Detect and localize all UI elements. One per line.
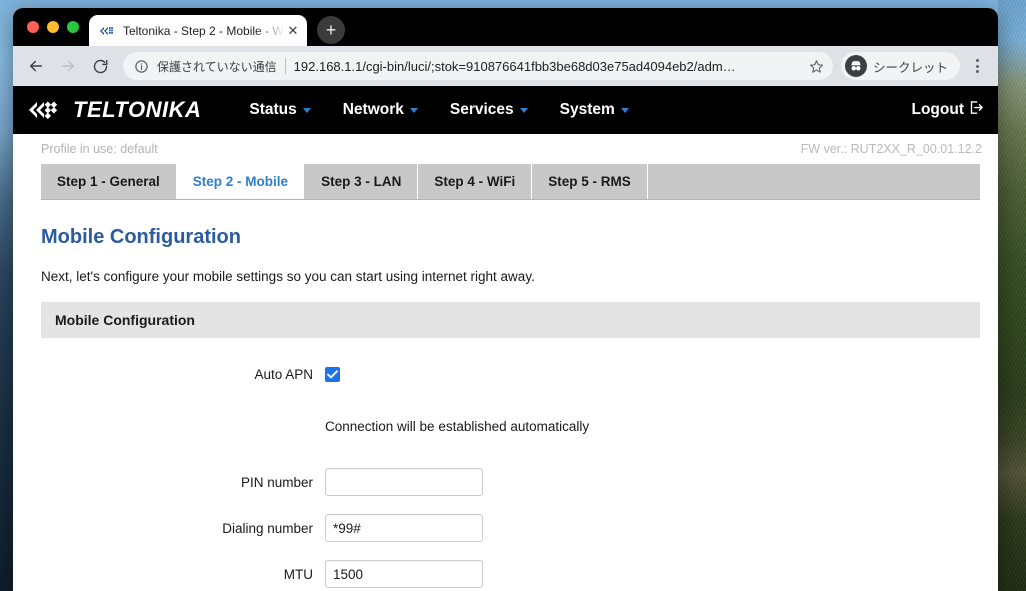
mtu-input[interactable]	[325, 560, 483, 588]
incognito-label: シークレット	[872, 60, 948, 75]
form-row-auto-apn: Auto APN	[41, 358, 980, 390]
incognito-icon	[844, 55, 867, 77]
security-status-label: 保護されていない通信	[157, 59, 277, 74]
tab-step-4-wifi[interactable]: Step 4 - WiFi	[418, 164, 533, 199]
nav-item-network[interactable]: Network	[343, 101, 418, 119]
close-window-button[interactable]	[27, 21, 39, 33]
tab-step-3-lan[interactable]: Step 3 - LAN	[305, 164, 419, 199]
info-circle-icon[interactable]	[133, 58, 149, 74]
teltonika-chevron-icon	[29, 99, 71, 121]
form-row-auto-apn-helper: Connection will be established automatic…	[41, 410, 980, 442]
logout-label: Logout	[911, 101, 964, 118]
forward-arrow-icon	[53, 51, 83, 81]
browser-tab-strip: Teltonika - Step 2 - Mobile - W ✕ +	[13, 8, 998, 46]
back-arrow-icon[interactable]	[21, 51, 51, 81]
logout-icon	[969, 100, 984, 120]
reload-icon[interactable]	[85, 51, 115, 81]
nav-item-status[interactable]: Status	[249, 101, 311, 119]
new-tab-button[interactable]: +	[317, 16, 345, 44]
auto-apn-checkbox[interactable]	[325, 366, 340, 382]
chevron-down-icon	[409, 107, 418, 113]
browser-window: Teltonika - Step 2 - Mobile - W ✕ + 保護され…	[13, 8, 998, 591]
nav-item-services[interactable]: Services	[450, 101, 528, 119]
site-nav-links: Status Network Services System	[249, 101, 629, 119]
incognito-indicator[interactable]: シークレット	[840, 52, 960, 80]
page-subtitle: Next, let's configure your mobile settin…	[41, 269, 535, 284]
dialing-number-input[interactable]	[325, 514, 483, 542]
logout-button[interactable]: Logout	[911, 100, 984, 120]
close-icon[interactable]: ✕	[285, 23, 301, 39]
teltonika-chevron-icon	[99, 23, 115, 39]
minimize-window-button[interactable]	[47, 21, 59, 33]
page-viewport: TELTONIKA Status Network Services System	[13, 86, 998, 591]
chevron-down-icon	[519, 107, 528, 113]
auto-apn-helper-text: Connection will be established automatic…	[325, 418, 590, 434]
chevron-down-icon	[620, 107, 629, 113]
star-icon[interactable]	[807, 56, 827, 76]
mtu-label: MTU	[283, 566, 313, 582]
firmware-version-label: FW ver.: RUT2XX_R_00.01.12.2	[800, 142, 982, 156]
kebab-menu-icon[interactable]	[964, 51, 990, 81]
pin-number-label: PIN number	[240, 474, 313, 490]
site-logo-text: TELTONIKA	[73, 97, 202, 122]
pin-number-input[interactable]	[325, 468, 483, 496]
wizard-step-tabs: Step 1 - General Step 2 - Mobile Step 3 …	[41, 164, 980, 200]
browser-tab[interactable]: Teltonika - Step 2 - Mobile - W ✕	[89, 15, 307, 46]
tab-step-5-rms[interactable]: Step 5 - RMS	[532, 164, 648, 199]
nav-item-services-label: Services	[449, 101, 514, 118]
tab-step-1-general[interactable]: Step 1 - General	[41, 164, 177, 199]
auto-apn-label: Auto APN	[254, 366, 313, 382]
tab-strip-filler	[647, 164, 980, 199]
mobile-configuration-form: Auto APN Connection will be established …	[41, 338, 980, 591]
maximize-window-button[interactable]	[67, 21, 79, 33]
window-controls	[13, 8, 89, 46]
page-content: Mobile Configuration Next, let's configu…	[13, 226, 998, 591]
profile-in-use-label: Profile in use: default	[41, 142, 158, 156]
page-title: Mobile Configuration	[41, 226, 241, 248]
form-row-mtu: MTU	[41, 558, 980, 590]
dialing-number-label: Dialing number	[222, 520, 313, 536]
tab-step-2-mobile[interactable]: Step 2 - Mobile	[176, 164, 306, 199]
browser-toolbar: 保護されていない通信 192.168.1.1/cgi-bin/luci/;sto…	[13, 46, 998, 86]
browser-tab-title: Teltonika - Step 2 - Mobile - W	[123, 23, 284, 38]
site-navbar: TELTONIKA Status Network Services System	[13, 86, 998, 134]
form-row-pin-number: PIN number	[41, 466, 980, 498]
teltonika-logo[interactable]: TELTONIKA	[29, 97, 201, 123]
address-bar[interactable]: 保護されていない通信 192.168.1.1/cgi-bin/luci/;sto…	[123, 52, 833, 80]
section-header: Mobile Configuration	[41, 302, 980, 338]
profile-bar: Profile in use: default FW ver.: RUT2XX_…	[13, 134, 998, 164]
form-row-dialing-number: Dialing number	[41, 512, 980, 544]
omnibox-divider	[284, 58, 286, 74]
wallpaper-right-strip	[998, 0, 1026, 591]
nav-item-system[interactable]: System	[560, 101, 629, 119]
nav-item-status-label: Status	[249, 101, 297, 118]
url-text: 192.168.1.1/cgi-bin/luci/;stok=910876641…	[293, 58, 736, 74]
chevron-down-icon	[302, 107, 311, 113]
nav-item-network-label: Network	[342, 101, 404, 118]
nav-item-system-label: System	[559, 101, 615, 118]
